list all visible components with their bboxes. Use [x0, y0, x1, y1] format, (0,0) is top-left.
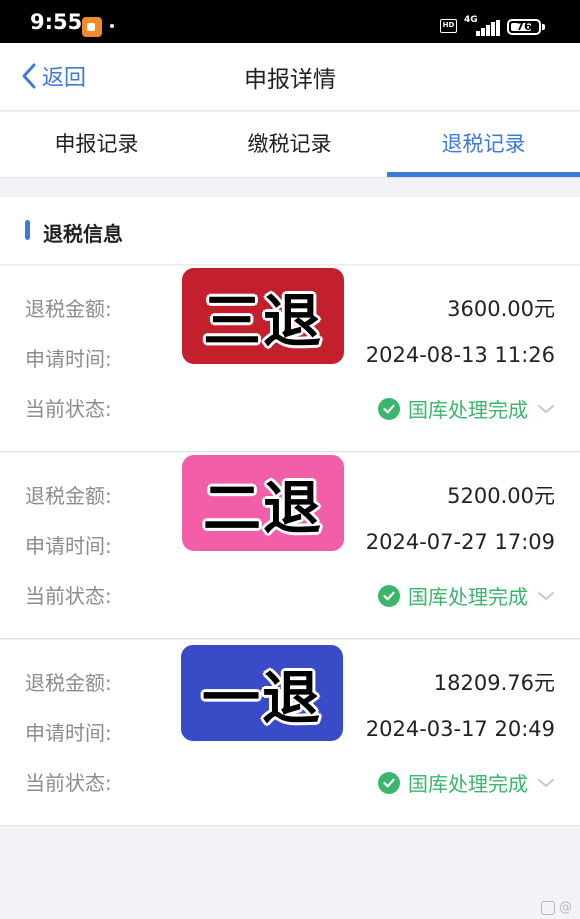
page: 9:55 HD 4G 76 返回 申报详情 申报记录 缴税记录 退税记录 退税信…: [0, 0, 580, 919]
status-dropdown[interactable]: 国库处理完成: [378, 394, 556, 423]
section-header: 退税信息: [0, 197, 580, 265]
check-circle-icon: [378, 397, 400, 420]
status-dropdown[interactable]: 国库处理完成: [378, 768, 556, 797]
watermark: @: [541, 900, 572, 915]
tab-declaration-records[interactable]: 申报记录: [0, 112, 193, 178]
chevron-down-icon: [538, 778, 554, 787]
refund-amount: 18209.76元: [433, 671, 555, 695]
refund-amount: 5200.00元: [447, 484, 555, 508]
watermark-text: @: [559, 900, 572, 915]
tab-tax-payment-records[interactable]: 缴税记录: [193, 112, 386, 178]
apply-time-label: 申请时间:: [25, 347, 112, 371]
refund-amount: 3600.00元: [447, 297, 555, 321]
status-bar: 9:55 HD 4G 76: [0, 0, 580, 43]
apply-time: 2024-07-27 17:09: [365, 530, 555, 554]
hd-badge: HD: [440, 19, 457, 33]
chevron-down-icon: [538, 591, 554, 600]
refund-amount-label: 退税金额:: [25, 484, 112, 508]
apply-time: 2024-03-17 20:49: [365, 717, 555, 741]
notification-dot-icon: [110, 24, 114, 28]
battery-level: 76: [516, 20, 532, 33]
sticker-label: 三退: [182, 268, 344, 364]
signal-icon: [476, 20, 500, 36]
sticker-label: 一退: [181, 645, 343, 741]
refund-record: 退税金额: 3600.00元 申请时间: 2024-08-13 11:26 当前…: [0, 266, 580, 452]
refund-record: 退税金额: 18209.76元 申请时间: 2024-03-17 20:49 当…: [0, 640, 580, 826]
tab-tax-refund-records[interactable]: 退税记录: [387, 112, 580, 178]
status-text: 国库处理完成: [408, 585, 528, 609]
check-circle-icon: [378, 771, 400, 794]
apply-time-label: 申请时间:: [25, 721, 112, 745]
battery-icon: 76: [507, 19, 541, 35]
screen-record-icon: [82, 17, 102, 37]
status-text: 国库处理完成: [408, 772, 528, 796]
tab-bar: 申报记录 缴税记录 退税记录: [0, 112, 580, 178]
status-label: 当前状态:: [25, 397, 112, 421]
nav-bar: 返回 申报详情: [0, 43, 580, 111]
refund-amount-label: 退税金额:: [25, 297, 112, 321]
status-dropdown[interactable]: 国库处理完成: [378, 581, 556, 610]
refund-record: 退税金额: 5200.00元 申请时间: 2024-07-27 17:09 当前…: [0, 453, 580, 639]
refund-amount-label: 退税金额:: [25, 671, 112, 695]
page-title: 申报详情: [244, 67, 336, 93]
section-title: 退税信息: [43, 222, 123, 246]
status-text: 国库处理完成: [408, 398, 528, 422]
watermark-logo-icon: [541, 900, 555, 915]
status-label: 当前状态:: [25, 771, 112, 795]
section-accent-bar: [25, 220, 30, 240]
battery-cap-icon: [542, 24, 545, 30]
status-time: 9:55: [30, 10, 83, 34]
chevron-down-icon: [538, 404, 554, 413]
sticker-label: 二退: [182, 455, 344, 551]
check-circle-icon: [378, 584, 400, 607]
active-tab-indicator: [387, 172, 580, 177]
status-label: 当前状态:: [25, 584, 112, 608]
apply-time: 2024-08-13 11:26: [365, 343, 555, 367]
apply-time-label: 申请时间:: [25, 534, 112, 558]
